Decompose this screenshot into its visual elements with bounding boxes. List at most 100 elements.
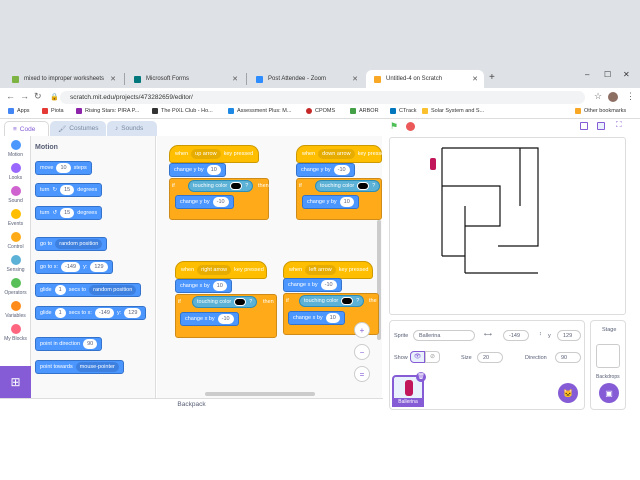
number-input[interactable]: 10 — [212, 281, 227, 291]
change-x-block[interactable]: change x by 10 — [175, 279, 232, 293]
category-control[interactable]: Control — [0, 232, 31, 250]
when-key-pressed-hat[interactable]: when right arrow key pressed — [175, 261, 267, 279]
y-input[interactable]: 129 — [124, 308, 142, 318]
zoom-out-button[interactable]: − — [354, 344, 370, 360]
forward-icon[interactable]: → — [20, 91, 29, 101]
block-glide-to[interactable]: glide 1 secs to random position — [35, 283, 142, 297]
close-icon[interactable]: ✕ — [110, 75, 116, 83]
add-extension-button[interactable]: ⊞ — [0, 366, 31, 398]
small-stage-icon[interactable] — [580, 122, 588, 130]
when-key-pressed-hat[interactable]: when up arrow key pressed — [169, 145, 259, 163]
delete-sprite-icon[interactable]: 🗑 — [416, 372, 426, 382]
target-dropdown[interactable]: random position — [55, 239, 103, 249]
category-looks[interactable]: Looks — [0, 163, 31, 181]
category-sensing[interactable]: Sensing — [0, 255, 31, 273]
size-input[interactable]: 20 — [477, 352, 503, 363]
bookmark-ctrack[interactable]: CTrack — [390, 108, 417, 114]
close-icon[interactable]: ✕ — [352, 75, 358, 83]
back-icon[interactable]: ← — [6, 91, 15, 101]
number-input[interactable]: 1 — [54, 308, 66, 318]
backpack[interactable]: Backpack — [0, 398, 383, 410]
number-input[interactable]: 10 — [56, 163, 71, 173]
change-y-block[interactable]: change y by -10 — [175, 195, 234, 209]
tab-code[interactable]: ≡ Code — [4, 121, 49, 136]
show-visible-button[interactable]: 👁 — [410, 351, 425, 363]
touching-color-block[interactable]: touching color ? — [315, 180, 381, 192]
color-swatch[interactable] — [230, 182, 243, 190]
touching-color-block[interactable]: touching color ? — [192, 296, 258, 308]
key-dropdown[interactable]: up arrow — [191, 149, 221, 159]
change-y-block[interactable]: change y by -10 — [296, 163, 355, 177]
choose-backdrop-button[interactable]: ▣ — [599, 383, 619, 403]
green-flag-icon[interactable]: ⚑ — [390, 121, 398, 132]
color-swatch[interactable] — [341, 297, 354, 305]
number-input[interactable]: 10 — [339, 197, 354, 207]
block-turn-right[interactable]: turn ↻ 15 degrees — [35, 183, 103, 197]
number-input[interactable]: 1 — [54, 285, 66, 295]
number-input[interactable]: -10 — [333, 165, 350, 175]
tab-scratch[interactable]: Untitled-4 on Scratch ✕ — [366, 70, 484, 88]
choose-sprite-button[interactable]: 🐱 — [558, 383, 578, 403]
workspace-hscrollbar[interactable] — [205, 392, 315, 396]
tab-forms[interactable]: Microsoft Forms ✕ — [126, 70, 244, 88]
minimize-icon[interactable]: – — [585, 70, 589, 79]
x-position-input[interactable]: -149 — [503, 330, 529, 341]
number-input[interactable]: -10 — [217, 314, 234, 324]
show-hidden-button[interactable]: ⊘ — [425, 351, 440, 363]
block-point-direction[interactable]: point in direction 90 — [35, 337, 103, 351]
maximize-icon[interactable]: ☐ — [604, 70, 611, 79]
key-dropdown[interactable]: left arrow — [305, 265, 336, 275]
target-dropdown[interactable]: random position — [89, 285, 137, 295]
change-x-block[interactable]: change x by -10 — [283, 278, 342, 292]
sprite-on-stage[interactable] — [430, 158, 436, 170]
bookmark-pixl[interactable]: The PiXL Club - Ho... — [152, 108, 213, 114]
menu-icon[interactable]: ⋮ — [626, 91, 635, 102]
number-input[interactable]: -10 — [320, 280, 337, 290]
bookmark-solar-system[interactable]: Solar System and S... — [422, 108, 484, 114]
tab-zoom[interactable]: Post Attendee - Zoom ✕ — [248, 70, 364, 88]
category-sound[interactable]: Sound — [0, 186, 31, 204]
star-icon[interactable]: ☆ — [594, 91, 602, 102]
fullscreen-icon[interactable]: ⛶ — [616, 120, 622, 130]
change-x-block[interactable]: change x by -10 — [180, 312, 239, 326]
x-input[interactable]: -149 — [61, 262, 81, 272]
block-go-to-xy[interactable]: go to x: -149 y: 129 — [35, 260, 113, 274]
color-swatch[interactable] — [357, 182, 370, 190]
touching-color-block[interactable]: touching color ? — [299, 295, 365, 307]
window-close-icon[interactable]: ✕ — [623, 70, 630, 79]
number-input[interactable]: 10 — [325, 313, 340, 323]
url-field[interactable]: scratch.mit.edu/projects/473282659/edito… — [60, 91, 585, 104]
number-input[interactable]: -10 — [212, 197, 229, 207]
key-dropdown[interactable]: right arrow — [197, 265, 232, 275]
backdrop-thumbnail[interactable] — [596, 344, 620, 368]
block-move-steps[interactable]: move 10 steps — [35, 161, 92, 175]
category-variables[interactable]: Variables — [0, 301, 31, 319]
profile-avatar[interactable] — [608, 92, 618, 102]
category-my-blocks[interactable]: My Blocks — [0, 324, 31, 342]
block-point-towards[interactable]: point towards mouse-pointer — [35, 360, 124, 374]
tab-costumes[interactable]: 🖌 Costumes — [50, 121, 106, 136]
number-input[interactable]: 90 — [83, 339, 98, 349]
bookmark-assessment[interactable]: Assessment Plus: M... — [228, 108, 291, 114]
x-input[interactable]: -149 — [94, 308, 114, 318]
close-icon[interactable]: ✕ — [232, 75, 238, 83]
block-turn-left[interactable]: turn ↺ 15 degrees — [35, 206, 103, 220]
bookmark-rising-stars[interactable]: Rising Stars: PIRA P... — [76, 108, 139, 114]
when-key-pressed-hat[interactable]: when left arrow key pressed — [283, 261, 373, 279]
bookmark-piota[interactable]: Piota — [42, 108, 64, 114]
key-dropdown[interactable]: down arrow — [318, 149, 355, 159]
y-input[interactable]: 129 — [90, 262, 108, 272]
touching-color-block[interactable]: touching color ? — [188, 180, 254, 192]
zoom-in-button[interactable]: + — [354, 322, 370, 338]
bookmark-other[interactable]: Other bookmarks — [575, 108, 626, 114]
number-input[interactable]: 15 — [60, 208, 75, 218]
category-motion[interactable]: Motion — [0, 140, 31, 158]
category-events[interactable]: Events — [0, 209, 31, 227]
block-glide-xy[interactable]: glide 1 secs to x: -149 y: 129 — [35, 306, 147, 320]
stop-icon[interactable] — [406, 122, 415, 131]
change-y-block[interactable]: change y by 10 — [169, 163, 226, 177]
close-icon[interactable]: ✕ — [472, 75, 478, 83]
number-input[interactable]: 10 — [206, 165, 221, 175]
bookmark-apps[interactable]: Apps — [8, 108, 30, 114]
new-tab-button[interactable]: + — [489, 72, 495, 83]
